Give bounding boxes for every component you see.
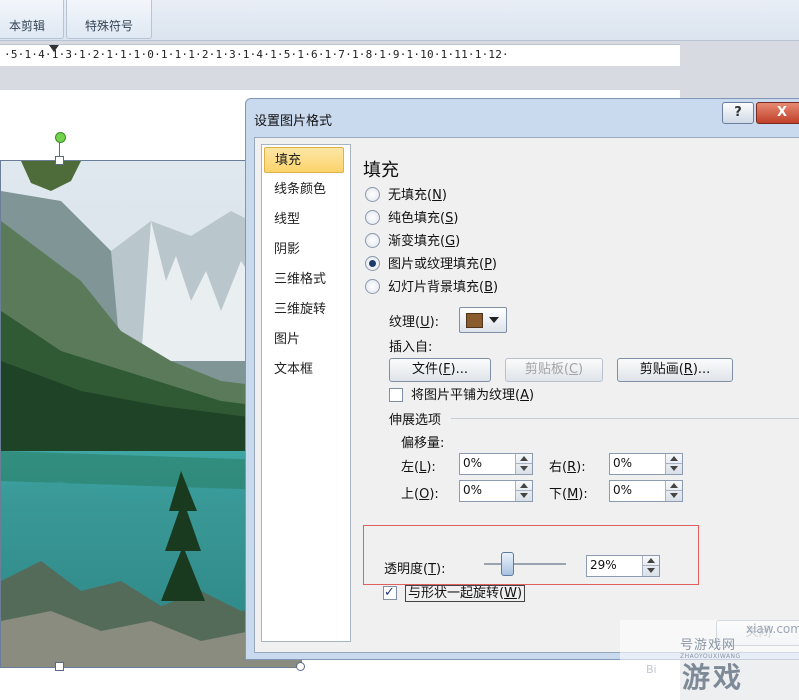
spinner-buttons[interactable] [665,481,682,501]
horizontal-ruler[interactable]: ·5·1·4·1·3·1·2·1·1·1·0·1·1·1·2·1·3·1·4·1… [0,44,680,68]
watermark-top-text: 号游戏网 [680,638,737,653]
stretch-options-label: 伸展选项 [389,413,442,428]
ribbon: 本剪辑 特殊符号 [0,0,799,41]
watermark-main-text: 游戏 [682,661,745,694]
insert-from-label: 插入自: [389,340,433,355]
transparency-slider-thumb[interactable] [501,552,514,576]
spin-down-icon [647,568,655,573]
transparency-slider-track[interactable] [484,563,566,565]
offset-label: 偏移量: [401,436,445,451]
indent-marker-icon[interactable] [49,45,59,52]
spinner-buttons[interactable] [515,454,532,474]
rotation-handle[interactable] [55,132,66,143]
clipart-button[interactable]: 剪贴画(R)... [617,358,733,382]
resize-handle-bottom-right[interactable] [296,662,305,671]
spin-up-icon [670,483,678,488]
help-button[interactable]: ? [722,102,754,124]
spin-up-icon [647,558,655,563]
offset-right-label: 右(R): [549,460,586,475]
ruler-ticks: ·5·1·4·1·3·1·2·1·1·1·0·1·1·1·2·1·3·1·4·1… [4,48,509,61]
radio-gradient-fill[interactable]: 渐变填充(G) [365,232,460,252]
radio-icon [365,210,380,225]
watermark-left-text: Bi [646,663,657,676]
radio-solid-fill[interactable]: 纯色填充(S) [365,209,458,229]
divider [451,418,799,419]
spin-down-icon [670,493,678,498]
resize-handle-top[interactable] [55,156,64,165]
rotate-with-shape-checkbox[interactable]: 与形状一起旋转(W) [383,583,526,604]
spin-down-icon [520,493,528,498]
offset-top-label: 上(O): [401,487,439,502]
ribbon-group-label: 特殊符号 [84,19,133,33]
dialog-titlebar[interactable]: 设置图片格式 ? X [246,99,799,137]
spin-up-icon [670,456,678,461]
texture-swatch-icon [466,313,483,328]
watermark-right-text: xiaw.com [746,622,799,636]
spinner-buttons[interactable] [642,556,659,576]
radio-picture-fill[interactable]: 图片或纹理填充(P) [365,255,497,275]
transparency-spinner[interactable]: 29% [586,555,660,577]
radio-no-fill[interactable]: 无填充(N) [365,186,447,206]
tile-checkbox[interactable]: 将图片平铺为纹理(A) [389,386,534,406]
nav-item-3d-rotation[interactable]: 三维旋转 [264,297,344,323]
clipboard-button[interactable]: 剪贴板(C) [505,358,603,382]
radio-icon [365,233,380,248]
transparency-label: 透明度(T): [384,562,446,577]
offset-bottom-label: 下(M): [549,487,588,502]
offset-bottom-spinner[interactable]: 0% [609,480,683,502]
nav-item-3d-format[interactable]: 三维格式 [264,267,344,293]
transparency-highlight: 透明度(T): 29% [363,525,699,585]
checkbox-icon [389,387,403,402]
file-button[interactable]: 文件(F)... [389,358,491,382]
texture-label: 纹理(U): [389,315,440,330]
radio-icon [365,279,380,294]
spin-down-icon [670,466,678,471]
dropdown-arrow-icon [489,317,499,323]
offset-top-spinner[interactable]: 0% [459,480,533,502]
offset-left-spinner[interactable]: 0% [459,453,533,475]
ribbon-group-edit[interactable]: 本剪辑 [0,0,64,39]
panel-title: 填充 [363,160,399,181]
spinner-buttons[interactable] [665,454,682,474]
spinner-buttons[interactable] [515,481,532,501]
nav-item-picture[interactable]: 图片 [264,327,344,353]
nav-item-fill[interactable]: 填充 [264,147,344,173]
texture-dropdown[interactable] [459,307,507,333]
offset-left-label: 左(L): [401,460,436,475]
offset-right-spinner[interactable]: 0% [609,453,683,475]
category-list: 填充 线条颜色 线型 阴影 三维格式 三维旋转 图片 文本框 [261,144,351,642]
checkbox-checked-icon [383,583,397,603]
radio-background-fill[interactable]: 幻灯片背景填充(B) [365,278,498,298]
dialog-title: 设置图片格式 [254,114,333,129]
nav-item-shadow[interactable]: 阴影 [264,237,344,263]
spin-up-icon [520,456,528,461]
radio-selected-icon [365,256,380,271]
nav-item-line-color[interactable]: 线条颜色 [264,177,344,203]
radio-icon [365,187,380,202]
watermark-logo: Bi xiaw.com 号游戏网 ZHAOYOUXIWANG 游戏 [620,620,799,700]
resize-handle-bottom[interactable] [55,662,64,671]
nav-item-line-style[interactable]: 线型 [264,207,344,233]
spin-up-icon [520,483,528,488]
ribbon-group-symbols[interactable]: 特殊符号 [66,0,152,39]
close-icon[interactable]: X [756,102,799,124]
ribbon-group-label: 本剪辑 [8,19,45,33]
spin-down-icon [520,466,528,471]
nav-item-text-box[interactable]: 文本框 [264,357,344,383]
